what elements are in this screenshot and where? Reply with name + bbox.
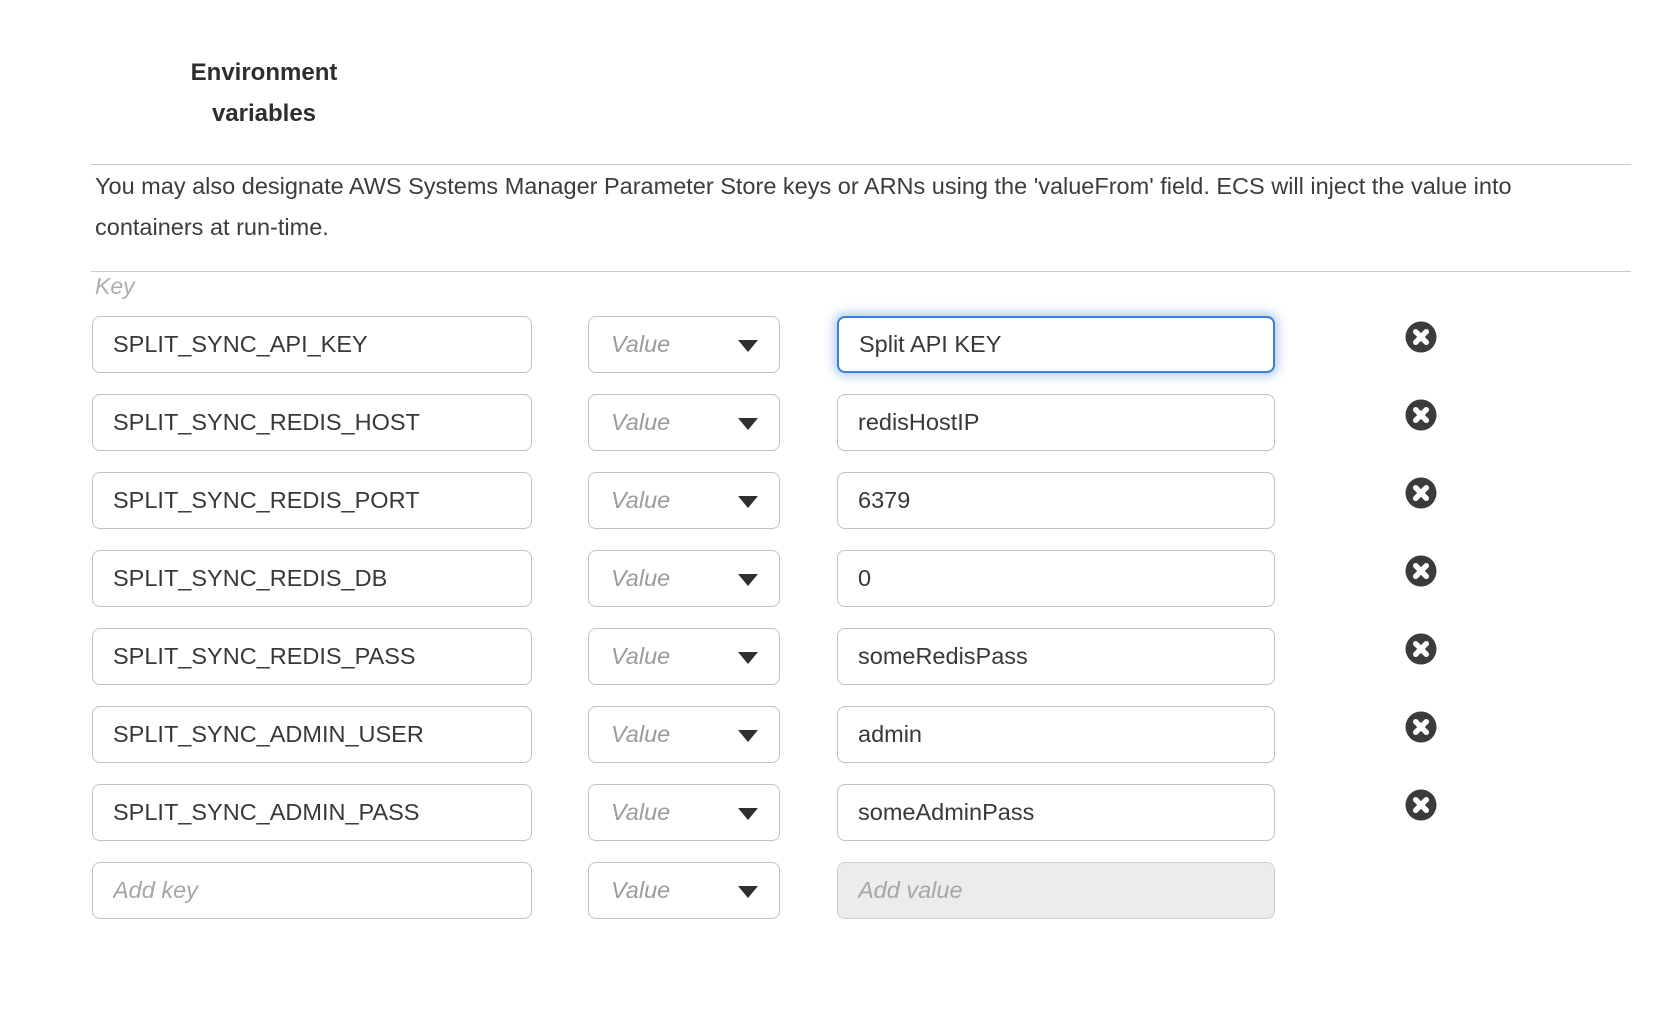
value-type-dropdown[interactable]: Value bbox=[588, 862, 780, 919]
add-env-var-row: Value bbox=[92, 862, 1437, 919]
env-key-input[interactable] bbox=[92, 394, 532, 451]
chevron-down-icon bbox=[738, 340, 758, 352]
chevron-down-icon bbox=[738, 808, 758, 820]
env-key-input[interactable] bbox=[92, 316, 532, 373]
value-type-dropdown[interactable]: Value bbox=[588, 706, 780, 763]
remove-variable-button[interactable] bbox=[1405, 321, 1437, 353]
value-type-dropdown[interactable]: Value bbox=[588, 316, 780, 373]
remove-variable-button[interactable] bbox=[1405, 789, 1437, 821]
x-circle-icon bbox=[1405, 633, 1437, 665]
divider bbox=[91, 271, 1631, 272]
env-key-input[interactable] bbox=[92, 472, 532, 529]
value-type-dropdown[interactable]: Value bbox=[588, 628, 780, 685]
add-key-input[interactable] bbox=[92, 862, 532, 919]
env-var-row: Value bbox=[92, 550, 1437, 607]
env-value-input[interactable] bbox=[837, 472, 1275, 529]
env-var-row: Value bbox=[92, 706, 1437, 763]
remove-variable-button[interactable] bbox=[1405, 399, 1437, 431]
value-type-label: Value bbox=[611, 799, 670, 826]
chevron-down-icon bbox=[738, 574, 758, 586]
env-var-rows: Value Value Value bbox=[92, 316, 1437, 919]
chevron-down-icon bbox=[738, 730, 758, 742]
chevron-down-icon bbox=[738, 652, 758, 664]
env-key-input[interactable] bbox=[92, 628, 532, 685]
value-type-label: Value bbox=[611, 721, 670, 748]
env-value-input[interactable] bbox=[837, 706, 1275, 763]
value-type-label: Value bbox=[611, 409, 670, 436]
remove-variable-button[interactable] bbox=[1405, 633, 1437, 665]
value-type-label: Value bbox=[611, 565, 670, 592]
env-var-row: Value bbox=[92, 394, 1437, 451]
section-description: You may also designate AWS Systems Manag… bbox=[95, 166, 1523, 248]
value-type-dropdown[interactable]: Value bbox=[588, 550, 780, 607]
chevron-down-icon bbox=[738, 886, 758, 898]
env-key-input[interactable] bbox=[92, 550, 532, 607]
env-var-row: Value bbox=[92, 472, 1437, 529]
value-type-dropdown[interactable]: Value bbox=[588, 472, 780, 529]
env-key-input[interactable] bbox=[92, 706, 532, 763]
env-value-input[interactable] bbox=[837, 394, 1275, 451]
divider bbox=[91, 164, 1631, 165]
value-type-dropdown[interactable]: Value bbox=[588, 784, 780, 841]
env-var-row: Value bbox=[92, 784, 1437, 841]
x-circle-icon bbox=[1405, 555, 1437, 587]
env-value-input[interactable] bbox=[837, 628, 1275, 685]
remove-variable-button[interactable] bbox=[1405, 555, 1437, 587]
env-var-row: Value bbox=[92, 628, 1437, 685]
x-circle-icon bbox=[1405, 789, 1437, 821]
key-column-label: Key bbox=[95, 273, 135, 300]
x-circle-icon bbox=[1405, 321, 1437, 353]
env-value-input[interactable] bbox=[837, 784, 1275, 841]
value-type-dropdown[interactable]: Value bbox=[588, 394, 780, 451]
environment-variables-section: Environment variables You may also desig… bbox=[0, 0, 1678, 1018]
x-circle-icon bbox=[1405, 477, 1437, 509]
env-value-input[interactable] bbox=[837, 316, 1275, 373]
x-circle-icon bbox=[1405, 711, 1437, 743]
env-value-input[interactable] bbox=[837, 550, 1275, 607]
value-type-label: Value bbox=[611, 643, 670, 670]
value-type-label: Value bbox=[611, 487, 670, 514]
x-circle-icon bbox=[1405, 399, 1437, 431]
chevron-down-icon bbox=[738, 496, 758, 508]
remove-variable-button[interactable] bbox=[1405, 477, 1437, 509]
add-value-input[interactable] bbox=[837, 862, 1275, 919]
section-label: Environment variables bbox=[144, 52, 384, 134]
chevron-down-icon bbox=[738, 418, 758, 430]
value-type-label: Value bbox=[611, 877, 670, 904]
remove-variable-button[interactable] bbox=[1405, 711, 1437, 743]
env-var-row: Value bbox=[92, 316, 1437, 373]
env-key-input[interactable] bbox=[92, 784, 532, 841]
value-type-label: Value bbox=[611, 331, 670, 358]
